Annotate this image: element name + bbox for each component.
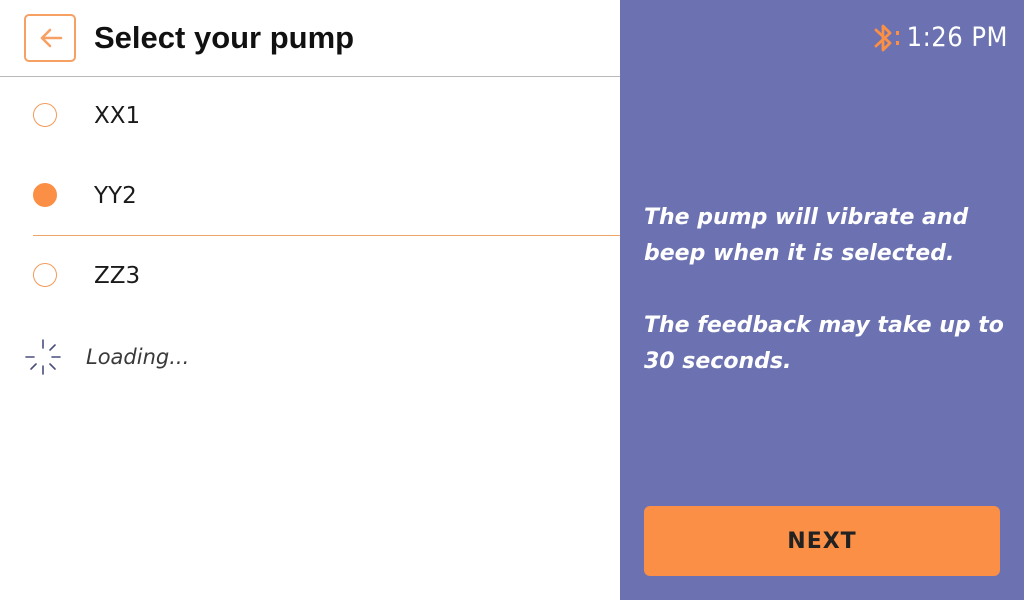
arrow-left-icon [40,28,63,48]
status-bar: 1:26 PM [869,20,1008,56]
pump-option-xx1[interactable]: XX1 [0,77,620,157]
back-button[interactable] [24,14,76,62]
pump-selection-screen: Select your pump XX1 YY2 ZZ3 Loading... … [0,0,1024,600]
pump-option-zz3[interactable]: ZZ3 [0,237,620,317]
pump-option-label: YY2 [94,183,137,209]
loading-indicator: Loading... [0,336,620,380]
info-vibrate-text: The pump will vibrate and beep when it i… [644,205,969,266]
radio-button-selected[interactable] [33,183,57,207]
info-feedback-text: The feedback may take up to 30 seconds. [644,313,1004,374]
selection-divider [33,235,620,236]
next-button[interactable]: NEXT [644,506,1000,576]
pump-list-panel: Select your pump XX1 YY2 ZZ3 Loading... [0,0,620,600]
header: Select your pump [0,0,620,77]
page-title: Select your pump [94,20,355,55]
info-text: The pump will vibrate and beep when it i… [644,200,1014,380]
clock: 1:26 PM [906,22,1008,53]
radio-button[interactable] [33,103,57,127]
bluetooth-icon [874,24,899,52]
pump-option-label: XX1 [94,103,141,129]
info-panel: 1:26 PM The pump will vibrate and beep w… [620,0,1024,600]
loading-text: Loading... [86,345,190,369]
pump-option-yy2[interactable]: YY2 [0,157,620,237]
spinner-icon [25,339,61,375]
pump-option-label: ZZ3 [94,263,141,289]
radio-button[interactable] [33,263,57,287]
